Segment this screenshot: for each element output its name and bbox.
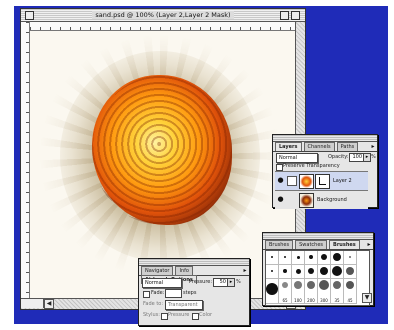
fade-label: Fade: [151,290,165,296]
layer-name: Layer 2 [333,178,352,184]
preserve-transparency-label: Preserve Transparency [283,163,340,169]
layer-2-mask-thumbnail[interactable] [315,174,330,189]
brush-swatch[interactable] [344,251,357,265]
fade-to-select[interactable]: Transparent [165,300,203,310]
scroll-left-arrow-icon[interactable]: ◀ [44,299,54,309]
brush-swatch[interactable] [318,251,331,265]
brush-size-label: 300 [320,298,328,303]
fade-to-label: Fade to: [143,301,164,307]
brush-swatch-35[interactable]: 35 [331,279,344,304]
eye-icon[interactable]: ● [277,196,284,203]
screenshot-page: sand.psd @ 100% (Layer 2,Layer 2 Mask) ▼… [0,0,394,330]
brushes-palette-titlebar[interactable] [263,233,373,240]
stylus-color-checkbox[interactable] [192,313,199,320]
brush-swatch[interactable] [292,251,305,265]
document-titlebar[interactable]: sand.psd @ 100% (Layer 2,Layer 2 Mask) [21,9,305,22]
brush-swatch-65[interactable]: 65 [279,279,292,304]
brush-swatch[interactable] [292,265,305,279]
brush-grid: 65 100 200 300 35 45 [265,250,370,306]
pressure-input[interactable]: 50 [213,278,228,287]
layers-palette-tabs: Layers Channels Paths [273,142,377,152]
palette-menu-arrow-icon[interactable]: ▸ [370,143,376,150]
brush-swatch-100[interactable]: 100 [292,279,305,304]
palette-menu-arrow-icon[interactable]: ▸ [366,241,372,248]
tab-navigator[interactable]: Navigator [141,266,174,275]
eye-icon[interactable]: ● [277,177,284,184]
brush-swatch[interactable] [266,265,279,279]
brush-swatch[interactable] [331,265,344,279]
tab-channels[interactable]: Channels [303,142,335,151]
tab-brushes[interactable]: Brushes [329,240,360,249]
pressure-unit: % [236,279,241,285]
background-thumbnail [299,193,314,208]
zoom-box-icon[interactable] [280,11,289,20]
brush-swatch[interactable] [318,265,331,279]
horizontal-ruler [30,22,295,31]
brush-swatch[interactable] [344,265,357,279]
brush-size-label: 100 [294,298,302,303]
airbrush-options-palette: Navigator Info Airbrush Options ▸ Normal… [138,258,250,326]
opacity-stepper[interactable]: ▸ [363,153,371,162]
layers-palette: Layers Channels Paths ▸ Normal Opacity: … [272,134,378,209]
fade-steps-unit: steps [183,290,197,296]
brush-swatch[interactable] [279,265,292,279]
airbrush-palette-titlebar[interactable] [139,259,249,266]
brushes-palette-tabs: Brushes Swatches Brushes [263,240,373,250]
stylus-color-label: Color [199,312,213,318]
layer-row-layer-2[interactable]: ● Layer 2 [275,171,368,190]
brushes-palette: Brushes Swatches Brushes ▸ 65 100 200 30… [262,232,374,306]
stylus-pressure-checkbox[interactable] [161,313,168,320]
scroll-down-arrow-icon[interactable]: ▼ [362,293,372,303]
preserve-transparency-checkbox[interactable] [276,164,283,171]
brush-swatch[interactable] [305,265,318,279]
brush-swatch-45[interactable]: 45 [344,279,357,304]
fade-checkbox[interactable] [143,291,150,298]
layer-name: Background [317,197,347,203]
brush-size-label: 200 [307,298,315,303]
opacity-unit: % [371,154,376,160]
brush-swatch[interactable] [266,251,279,265]
tab-color[interactable]: Brushes [265,240,294,249]
layers-palette-titlebar[interactable] [273,135,377,142]
palette-menu-arrow-icon[interactable]: ▸ [242,267,248,274]
brush-swatch[interactable] [305,251,318,265]
zoom-level-field[interactable] [21,299,44,308]
stylus-pressure-label: Pressure [168,312,190,318]
brush-swatch[interactable] [279,251,292,265]
pressure-stepper[interactable]: ▸ [227,278,235,287]
collapse-box-icon[interactable] [291,11,300,20]
brush-swatch-200[interactable]: 200 [305,279,318,304]
airbrush-palette-tabs: Navigator Info Airbrush Options [139,266,249,284]
tab-swatches[interactable]: Swatches [295,240,328,249]
opacity-label: Opacity: [328,154,349,160]
paintbrush-icon[interactable] [287,176,297,186]
brush-swatch[interactable] [331,251,344,265]
layer-2-thumbnail [299,174,314,189]
fade-steps-input[interactable] [165,289,182,298]
vertical-ruler [21,22,30,299]
fire-texture [92,75,232,225]
layer-row-background[interactable]: ● Background [275,190,368,209]
tab-paths[interactable]: Paths [336,142,359,151]
brush-size-label: 65 [282,298,288,303]
document-title: sand.psd @ 100% (Layer 2,Layer 2 Mask) [21,9,305,21]
tab-layers[interactable]: Layers [275,142,302,151]
pressure-label: Pressure: [189,279,213,285]
stylus-label: Stylus: [143,312,160,318]
opacity-input[interactable]: 100 [349,153,364,162]
brush-swatch-300[interactable]: 300 [318,279,331,304]
brush-size-label: 35 [334,298,340,303]
tab-info[interactable]: Info [175,266,193,275]
airbrush-mode-select[interactable]: Normal [142,278,182,288]
brush-swatch-large[interactable] [266,279,279,304]
brush-size-label: 45 [347,298,353,303]
